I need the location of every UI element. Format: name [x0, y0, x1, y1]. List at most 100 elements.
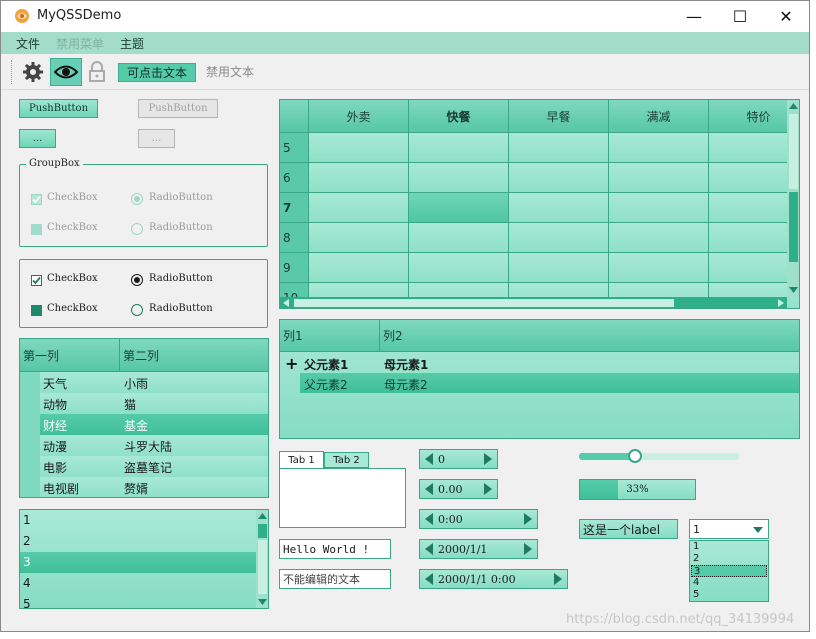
tree-right-cell[interactable]: 父元素1 — [304, 356, 348, 373]
decrement-icon[interactable] — [425, 453, 433, 465]
tab-2[interactable]: Tab 2 — [324, 452, 369, 468]
table-cell[interactable] — [509, 163, 609, 193]
tree-left-row[interactable]: 动物 猫 — [20, 393, 268, 414]
list-item[interactable]: 2 — [20, 531, 256, 552]
tree-right-cell[interactable]: 父元素2 — [304, 376, 348, 393]
combo-option[interactable]: 1 — [691, 541, 767, 553]
table-hscroll[interactable] — [280, 297, 787, 308]
tree-right-selected-row[interactable] — [300, 373, 799, 393]
increment-icon[interactable] — [554, 573, 562, 585]
int-spinbox[interactable]: 0 — [419, 449, 498, 469]
menu-file[interactable]: 文件 — [16, 35, 40, 52]
title-bar[interactable]: MyQSSDemo — ☐ ✕ — [1, 1, 809, 32]
table-cell[interactable] — [609, 193, 709, 223]
checkbox-partial-disabled[interactable] — [31, 224, 42, 235]
tool-button-disabled[interactable]: ... — [138, 129, 175, 148]
line-edit-readonly[interactable]: 不能编辑的文本 — [279, 569, 391, 589]
table-cell[interactable] — [309, 223, 409, 253]
table-header[interactable]: 早餐 — [509, 100, 609, 133]
line-edit[interactable]: Hello World ! — [279, 539, 391, 559]
combo-option[interactable]: 2 — [691, 553, 767, 565]
view-button[interactable] — [50, 58, 82, 86]
tree-left-row[interactable]: 动漫 斗罗大陆 — [20, 435, 268, 456]
push-button[interactable]: PushButton — [19, 99, 98, 118]
table-row-header[interactable]: 6 — [280, 163, 309, 193]
radio-checked[interactable] — [131, 274, 143, 286]
table-cell[interactable] — [409, 193, 509, 223]
table-vscroll[interactable] — [787, 100, 799, 297]
double-spinbox[interactable]: 0.00 — [419, 479, 498, 499]
tree-right-cell[interactable]: 母元素1 — [384, 356, 428, 373]
table-cell[interactable] — [509, 223, 609, 253]
table-cell[interactable] — [309, 253, 409, 283]
table-cell[interactable] — [409, 223, 509, 253]
table-cell[interactable] — [509, 133, 609, 163]
settings-button[interactable] — [19, 58, 47, 86]
menu-disabled[interactable]: 禁用菜单 — [56, 35, 104, 52]
chevron-down-icon[interactable] — [752, 526, 764, 534]
table-cell[interactable] — [309, 193, 409, 223]
decrement-icon[interactable] — [425, 513, 433, 525]
table-cell[interactable] — [609, 133, 709, 163]
table-cell[interactable] — [509, 193, 609, 223]
table-header[interactable]: 外卖 — [309, 100, 409, 133]
table-row-header[interactable]: 7 — [280, 193, 309, 223]
disabled-text-button[interactable]: 禁用文本 — [198, 63, 262, 82]
tree-right-header-2[interactable]: 列2 — [380, 320, 799, 352]
radio-unchecked[interactable] — [131, 304, 143, 316]
slider-handle[interactable] — [628, 449, 642, 463]
tree-right-cell[interactable]: 母元素2 — [384, 376, 428, 393]
date-edit[interactable]: 2000/1/1 — [419, 539, 538, 559]
table-cell[interactable] — [509, 253, 609, 283]
table-row-header[interactable]: 8 — [280, 223, 309, 253]
expand-icon[interactable]: + — [285, 354, 298, 373]
list-item[interactable]: 4 — [20, 573, 256, 594]
increment-icon[interactable] — [484, 483, 492, 495]
table-corner[interactable] — [280, 100, 309, 133]
tree-left-row[interactable]: 天气 小雨 — [20, 372, 268, 393]
slider-track[interactable] — [579, 449, 739, 463]
table-hscroll-handle[interactable] — [294, 299, 674, 307]
list-vscroll[interactable] — [256, 510, 268, 608]
table-cell[interactable] — [609, 223, 709, 253]
table-cell[interactable] — [409, 253, 509, 283]
lock-button[interactable] — [83, 58, 111, 86]
time-edit[interactable]: 0:00 — [419, 509, 538, 529]
tool-button[interactable]: ... — [19, 129, 56, 148]
increment-icon[interactable] — [524, 543, 532, 555]
table-cell[interactable] — [609, 163, 709, 193]
list-item[interactable]: 3 — [20, 552, 256, 573]
table-cell[interactable] — [609, 253, 709, 283]
combo-option[interactable]: 4 — [691, 577, 767, 589]
menu-theme[interactable]: 主题 — [120, 35, 144, 52]
decrement-icon[interactable] — [425, 573, 433, 585]
decrement-icon[interactable] — [425, 483, 433, 495]
list-vscroll-handle[interactable] — [258, 524, 267, 538]
tree-left-row[interactable]: 电影 盗墓笔记 — [20, 456, 268, 477]
table-cell[interactable] — [309, 133, 409, 163]
table-cell[interactable] — [409, 133, 509, 163]
increment-icon[interactable] — [484, 453, 492, 465]
list-item[interactable]: 5 — [20, 594, 256, 608]
checkbox-partial[interactable] — [31, 305, 42, 316]
table-header[interactable]: 快餐 — [409, 100, 509, 133]
table-vscroll-handle[interactable] — [789, 114, 798, 189]
list-item[interactable]: 1 — [20, 510, 256, 531]
radio-unchecked-disabled[interactable] — [131, 223, 143, 235]
tree-right-header-1[interactable]: 列1 — [280, 320, 380, 352]
table-cell[interactable] — [409, 163, 509, 193]
table-cell[interactable] — [309, 163, 409, 193]
combo-option[interactable]: 5 — [691, 589, 767, 601]
table-header[interactable]: 满减 — [609, 100, 709, 133]
tree-left-row[interactable]: 财经 基金 — [20, 414, 268, 435]
radio-checked-disabled[interactable] — [131, 193, 143, 205]
tree-left-header-2[interactable]: 第二列 — [120, 339, 268, 372]
checkbox-checked[interactable] — [31, 275, 42, 286]
combo-box[interactable]: 1 — [689, 519, 769, 539]
minimize-button[interactable]: — — [671, 1, 717, 32]
close-button[interactable]: ✕ — [763, 1, 809, 32]
combo-option[interactable]: 3 — [691, 565, 767, 577]
tree-left-row[interactable]: 电视剧 赘婿 — [20, 477, 268, 497]
maximize-button[interactable]: ☐ — [717, 1, 763, 32]
decrement-icon[interactable] — [425, 543, 433, 555]
